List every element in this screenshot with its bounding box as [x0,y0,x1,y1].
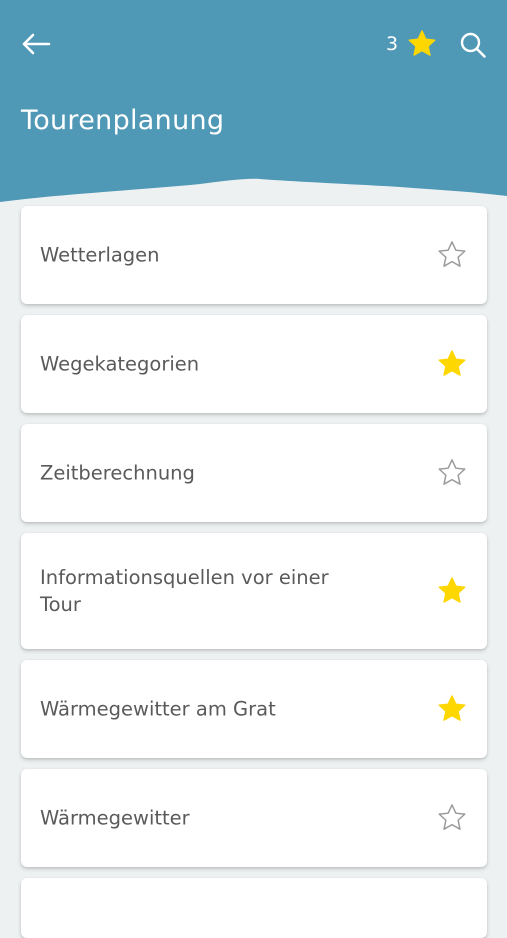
list-item-label: Zeitberechnung [40,461,195,485]
list-item-waermegewitter[interactable]: Wärmegewitter [21,769,487,867]
star-filled-icon [438,695,466,721]
page-title: Tourenplanung [21,105,225,136]
list-item-label: Wetterlagen [40,243,160,267]
favorite-toggle[interactable] [434,691,470,727]
favorites-button[interactable] [404,27,440,61]
favorite-toggle[interactable] [434,346,470,382]
list-item-label: Wärmegewitter [40,806,190,830]
star-outline-icon [438,804,466,830]
star-outline-icon [438,241,466,267]
favorites-count: 3 [385,33,399,55]
list-item-informationsquellen[interactable]: Informationsquellen vor einer Tour [21,533,487,649]
search-button[interactable] [455,27,491,63]
star-filled-icon [438,350,466,376]
favorite-toggle[interactable] [434,455,470,491]
snow-ridge-decoration [0,178,507,208]
arrow-left-icon [22,33,51,55]
star-outline-icon [438,459,466,485]
favorite-toggle[interactable] [434,237,470,273]
list-item-partial[interactable] [21,878,487,938]
favorite-toggle[interactable] [434,573,470,609]
list-item-wegekategorien[interactable]: Wegekategorien [21,315,487,413]
list-item-wetterlagen[interactable]: Wetterlagen [21,206,487,304]
list-item-label: Informationsquellen vor einer Tour [40,566,329,616]
star-filled-icon [408,30,436,56]
list-item-label: Wegekategorien [40,352,200,376]
favorite-toggle[interactable] [434,800,470,836]
list-item-label: Wärmegewitter am Grat [40,697,276,721]
back-button[interactable] [14,28,58,60]
app-header: 3 Tourenplanung [0,0,507,208]
list-item-zeitberechnung[interactable]: Zeitberechnung [21,424,487,522]
list-item-waermegewitter-am-grat[interactable]: Wärmegewitter am Grat [21,660,487,758]
star-filled-icon [438,577,466,603]
search-icon [460,32,486,58]
